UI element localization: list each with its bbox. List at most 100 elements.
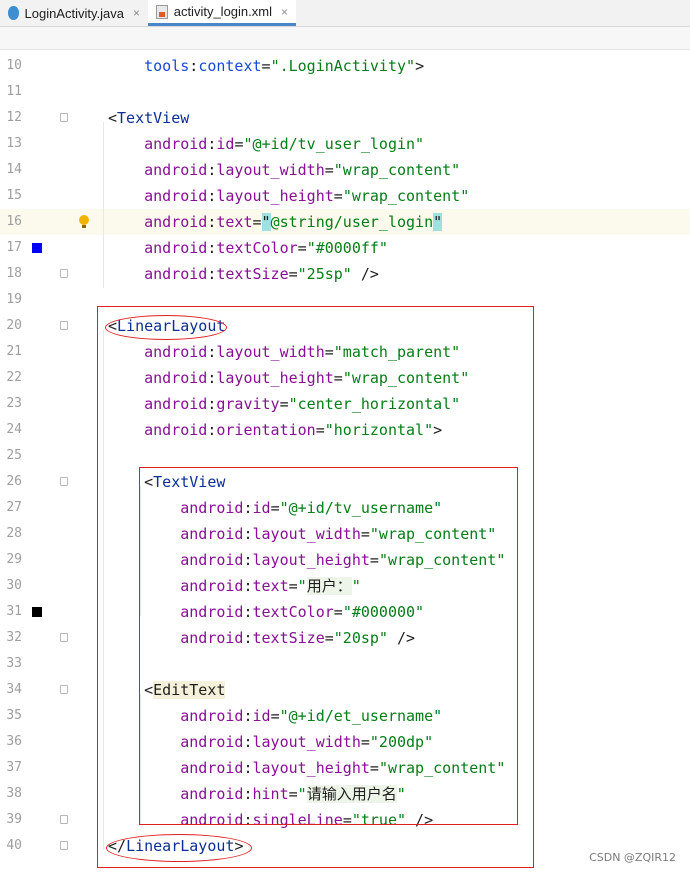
code-token: context [198, 57, 262, 75]
annotation-ellipse-open-tag [105, 315, 227, 340]
fold-marker-icon[interactable] [60, 113, 68, 122]
code-token: ".LoginActivity" [270, 57, 416, 75]
tab-login-activity-java[interactable]: LoginActivity.java × [0, 0, 148, 26]
code-token: TextView [117, 109, 190, 127]
line-number: 11 [6, 84, 22, 99]
code-token: "25sp" [297, 265, 352, 283]
code-line[interactable]: 10 tools:context=".LoginActivity"> [0, 53, 690, 79]
code-text: android:text="@string/user_login" [108, 209, 443, 235]
close-icon[interactable]: × [133, 6, 140, 20]
code-token: android [108, 187, 208, 205]
line-number: 32 [6, 630, 22, 645]
code-token: /> [351, 265, 379, 283]
code-token: id [216, 135, 235, 153]
line-number: 10 [6, 58, 22, 73]
code-token: text [216, 213, 253, 231]
line-number: 24 [6, 422, 22, 437]
fold-marker-icon[interactable] [60, 815, 68, 824]
code-token: = [252, 213, 262, 231]
line-number: 18 [6, 266, 22, 281]
code-token: > [415, 57, 425, 75]
line-number: 31 [6, 604, 22, 619]
line-number: 16 [6, 214, 22, 229]
fold-marker-icon[interactable] [60, 841, 68, 850]
code-text: android:textColor="#0000ff" [108, 235, 388, 261]
code-text: android:layout_width="wrap_content" [108, 157, 460, 183]
code-token: "#0000ff" [306, 239, 388, 257]
tab-activity-login-xml[interactable]: activity_login.xml × [148, 0, 296, 26]
xml-file-icon [156, 4, 168, 19]
code-text: tools:context=".LoginActivity"> [108, 53, 424, 79]
code-token: "wrap_content" [342, 187, 470, 205]
code-token: android [108, 161, 208, 179]
lightbulb-icon[interactable] [79, 215, 89, 228]
code-text: android:id="@+id/tv_user_login" [108, 131, 424, 157]
line-number: 15 [6, 188, 22, 203]
java-file-icon [8, 6, 19, 20]
tab-label: activity_login.xml [173, 4, 272, 19]
tab-label: LoginActivity.java [24, 5, 124, 21]
line-number: 27 [6, 500, 22, 515]
line-number: 28 [6, 526, 22, 541]
line-number: 29 [6, 552, 22, 567]
code-token: < [108, 109, 118, 127]
code-token: layout_height [216, 187, 334, 205]
line-number: 20 [6, 318, 22, 333]
line-number: 38 [6, 786, 22, 801]
code-token: tools [108, 57, 190, 75]
code-text: android:layout_height="wrap_content" [108, 183, 469, 209]
line-number: 21 [6, 344, 22, 359]
line-number: 22 [6, 370, 22, 385]
code-text: <TextView [108, 105, 189, 131]
fold-marker-icon[interactable] [60, 633, 68, 642]
code-token: : [189, 57, 199, 75]
code-editor[interactable]: 10 tools:context=".LoginActivity"> 11 12 <T… [0, 50, 690, 872]
code-token: "@+id/tv_user_login" [243, 135, 425, 153]
code-token: = [288, 265, 298, 283]
code-token: textColor [216, 239, 298, 257]
close-icon[interactable]: × [281, 5, 288, 19]
code-token: = [297, 239, 307, 257]
line-number: 26 [6, 474, 22, 489]
line-number: 34 [6, 682, 22, 697]
code-token: = [261, 57, 271, 75]
line-number: 23 [6, 396, 22, 411]
code-token: = [324, 161, 334, 179]
fold-marker-icon[interactable] [60, 321, 68, 330]
line-number: 40 [6, 838, 22, 853]
editor-tab-bar: LoginActivity.java × activity_login.xml … [0, 0, 690, 27]
code-token: "wrap_content" [333, 161, 461, 179]
code-token: android [108, 239, 208, 257]
color-swatch-icon[interactable] [32, 607, 42, 617]
line-number: 19 [6, 292, 22, 307]
annotation-ellipse-close-tag [106, 834, 252, 862]
line-number: 25 [6, 448, 22, 463]
fold-marker-icon[interactable] [60, 685, 68, 694]
code-text: android:textSize="25sp" /> [108, 261, 379, 287]
code-token: " [433, 213, 443, 231]
code-token: android [108, 213, 208, 231]
line-number: 33 [6, 656, 22, 671]
code-token: textSize [216, 265, 289, 283]
code-token: android [108, 135, 208, 153]
annotation-box-children [139, 467, 518, 825]
code-token: layout_width [216, 161, 325, 179]
line-number: 17 [6, 240, 22, 255]
line-number: 13 [6, 136, 22, 151]
line-number: 35 [6, 708, 22, 723]
indent-guide [103, 122, 104, 288]
color-swatch-icon[interactable] [32, 243, 42, 253]
line-number: 37 [6, 760, 22, 775]
watermark: CSDN @ZQIR12 [589, 851, 676, 864]
code-token: = [333, 187, 343, 205]
fold-marker-icon[interactable] [60, 477, 68, 486]
line-number: 12 [6, 110, 22, 125]
line-number: 14 [6, 162, 22, 177]
line-number: 39 [6, 812, 22, 827]
line-number: 30 [6, 578, 22, 593]
code-token: @string/user_login [270, 213, 434, 231]
fold-marker-icon[interactable] [60, 269, 68, 278]
code-token: " [261, 213, 271, 231]
line-number: 36 [6, 734, 22, 749]
code-line[interactable]: 11 [0, 79, 690, 105]
